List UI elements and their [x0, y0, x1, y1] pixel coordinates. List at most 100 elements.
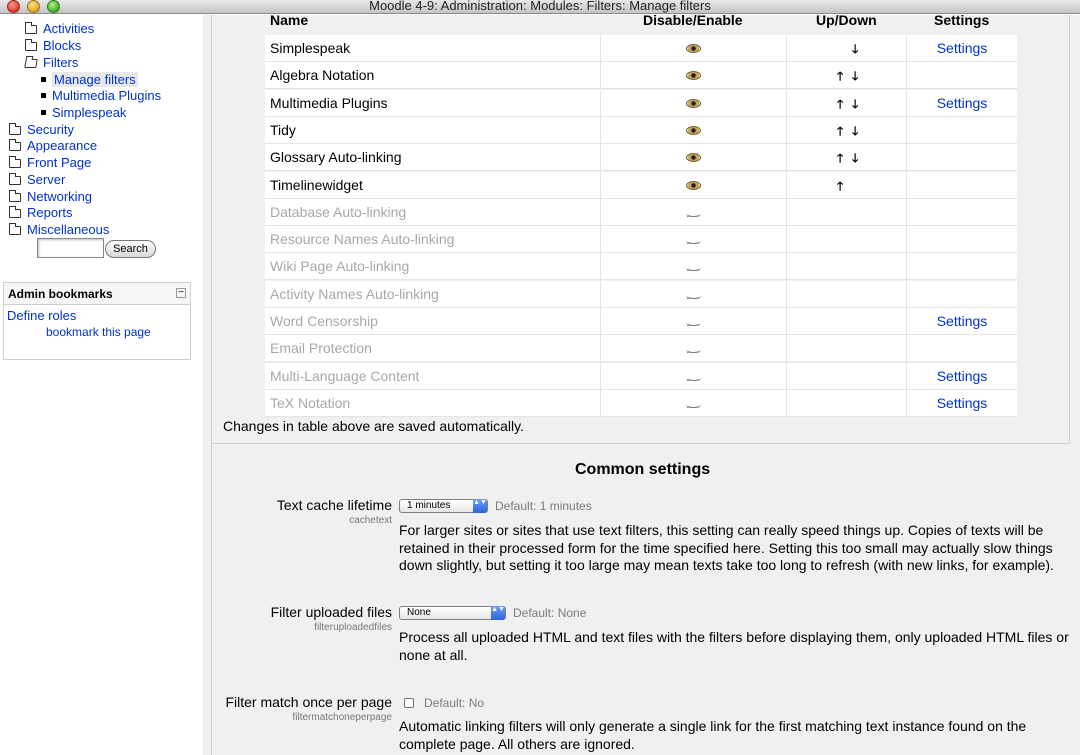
content-border-right	[1069, 15, 1070, 443]
bookmark-this-page-link[interactable]: bookmark this page	[46, 325, 151, 339]
move-up-icon[interactable]: 🡑	[837, 95, 843, 116]
admin-tree-item-networking[interactable]: Networking	[9, 188, 92, 205]
select-caret-icon: ▲▼	[473, 499, 487, 513]
move-up-icon[interactable]: 🡑	[837, 149, 843, 170]
move-down-icon[interactable]: 🡓	[852, 67, 858, 88]
admin-tree-item-front-page[interactable]: Front Page	[9, 154, 91, 171]
move-down-icon[interactable]: 🡓	[852, 122, 858, 143]
filter-row: Email Protection	[265, 335, 1017, 362]
admin-bookmarks-block: Admin bookmarks − Define roles bookmark …	[3, 282, 191, 360]
eye-closed-icon[interactable]	[686, 374, 701, 381]
filter-uploaded-select[interactable]: None ▲▼	[399, 606, 506, 620]
filter-name: Simplespeak	[265, 35, 601, 62]
admin-tree-label: Manage filters	[52, 72, 138, 87]
admin-tree-item-miscellaneous[interactable]: Miscellaneous	[9, 221, 109, 238]
move-down-icon[interactable]: 🡓	[852, 149, 858, 170]
eye-closed-icon[interactable]	[686, 401, 701, 408]
admin-tree-label: Simplespeak	[52, 105, 127, 120]
folder-icon	[9, 223, 21, 235]
filter-settings-link[interactable]: Settings	[937, 95, 988, 111]
filter-toggle-cell	[601, 363, 787, 390]
filter-row: Algebra Notation 🡑 🡓	[265, 62, 1017, 89]
eye-closed-icon[interactable]	[686, 264, 701, 271]
move-up-icon[interactable]: 🡑	[837, 177, 843, 198]
eye-open-icon[interactable]	[686, 99, 701, 108]
admin-tree-item-multimedia-plugins[interactable]: Multimedia Plugins	[41, 87, 161, 104]
admin-tree-label: Activities	[43, 21, 95, 36]
filter-row: Activity Names Auto-linking	[265, 281, 1017, 308]
filter-updown-cell	[787, 363, 907, 390]
text-cache-select[interactable]: 1 minutes ▲▼	[399, 499, 488, 513]
filter-updown-cell: 🡑 🡓	[787, 90, 907, 117]
admin-tree-item-security[interactable]: Security	[9, 121, 74, 138]
filter-name: Wiki Page Auto-linking	[265, 253, 601, 280]
filter-settings-link[interactable]: Settings	[937, 40, 988, 56]
admin-tree-label: Front Page	[27, 155, 92, 170]
filter-updown-cell	[787, 253, 907, 280]
filter-row: TeX Notation Settings	[265, 390, 1017, 417]
folder-open-icon	[24, 59, 38, 68]
eye-open-icon[interactable]	[686, 181, 701, 190]
admin-tree-item-filters[interactable]: Filters	[24, 54, 78, 71]
filter-match-once-checkbox[interactable]	[404, 698, 414, 708]
admin-search-input[interactable]	[37, 238, 104, 258]
eye-open-icon[interactable]	[686, 71, 701, 80]
eye-closed-icon[interactable]	[686, 237, 701, 244]
admin-tree-label: Networking	[27, 189, 93, 204]
filter-settings-cell	[907, 281, 1017, 308]
folder-icon	[9, 173, 21, 185]
admin-tree-label: Server	[27, 172, 66, 187]
filter-updown-cell: 🡑	[787, 172, 907, 199]
admin-tree-item-appearance[interactable]: Appearance	[9, 137, 97, 154]
admin-tree-item-simplespeak[interactable]: Simplespeak	[41, 104, 126, 121]
filter-name: Resource Names Auto-linking	[265, 226, 601, 253]
filter-toggle-cell	[601, 253, 787, 280]
filter-updown-cell	[787, 390, 907, 417]
filter-uploaded-description: Process all uploaded HTML and text files…	[399, 629, 1069, 663]
eye-closed-icon[interactable]	[686, 346, 701, 353]
filter-toggle-cell	[601, 281, 787, 308]
filter-toggle-cell	[601, 172, 787, 199]
folder-icon	[9, 123, 21, 135]
filter-updown-cell: 🡑 🡓	[787, 144, 907, 171]
move-down-icon[interactable]: 🡓	[852, 95, 858, 116]
filter-toggle-cell	[601, 226, 787, 253]
admin-bookmarks-title: Admin bookmarks	[8, 287, 113, 301]
admin-tree-label: Blocks	[43, 38, 82, 53]
filter-name: TeX Notation	[265, 390, 601, 417]
eye-closed-icon[interactable]	[686, 319, 701, 326]
eye-closed-icon[interactable]	[686, 292, 701, 299]
filter-name: Timelinewidget	[265, 172, 601, 199]
admin-tree-item-server[interactable]: Server	[9, 171, 65, 188]
move-up-icon[interactable]: 🡑	[837, 122, 843, 143]
define-roles-link[interactable]: Define roles	[7, 308, 76, 323]
folder-icon	[9, 139, 21, 151]
eye-open-icon[interactable]	[686, 126, 701, 135]
filter-toggle-cell	[601, 144, 787, 171]
window-title: Moodle 4-9: Administration: Modules: Fil…	[369, 0, 711, 13]
admin-tree-item-activities[interactable]: Activities	[25, 20, 94, 37]
admin-tree-item-blocks[interactable]: Blocks	[25, 37, 81, 54]
admin-tree-item-manage-filters[interactable]: Manage filters	[41, 71, 138, 88]
common-settings-heading: Common settings	[575, 461, 711, 478]
filter-row: Multimedia Plugins 🡑 🡓 Settings	[265, 90, 1017, 117]
filter-settings-link[interactable]: Settings	[937, 395, 988, 411]
filter-updown-cell	[787, 281, 907, 308]
move-up-icon[interactable]: 🡑	[837, 67, 843, 88]
move-down-icon[interactable]: 🡓	[852, 40, 858, 61]
filter-name: Multi-Language Content	[265, 363, 601, 390]
eye-open-icon[interactable]	[686, 44, 701, 53]
eye-closed-icon[interactable]	[686, 210, 701, 217]
bullet-icon	[41, 77, 46, 82]
filter-settings-link[interactable]: Settings	[937, 368, 988, 384]
filter-settings-cell	[907, 117, 1017, 144]
admin-search-button[interactable]: Search	[105, 240, 156, 258]
filter-updown-cell: 🡑 🡓	[787, 117, 907, 144]
admin-tree-label: Reports	[27, 205, 73, 220]
admin-tree-item-reports[interactable]: Reports	[9, 204, 73, 221]
folder-icon	[9, 156, 21, 168]
filter-name: Glossary Auto-linking	[265, 144, 601, 171]
filter-settings-link[interactable]: Settings	[937, 313, 988, 329]
collapse-block-icon[interactable]: −	[176, 288, 186, 298]
eye-open-icon[interactable]	[686, 153, 701, 162]
